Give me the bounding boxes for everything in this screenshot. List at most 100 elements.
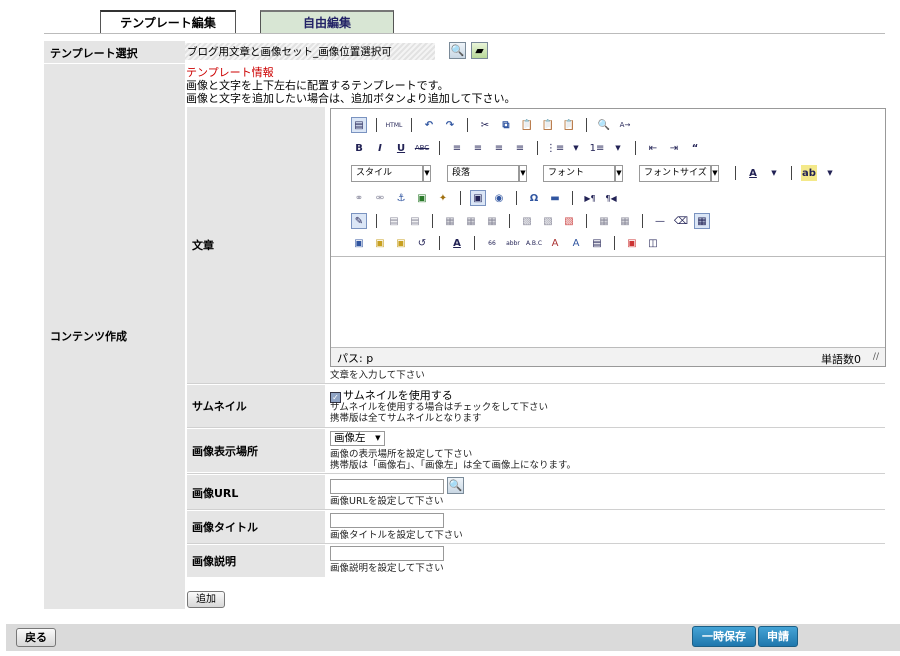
rtl-icon[interactable]: ¶◀ [603, 190, 619, 206]
template-search-button[interactable]: 🔍 [449, 42, 466, 59]
layer-insert-icon[interactable]: ▣ [372, 235, 388, 251]
editor-content-area[interactable] [331, 257, 885, 347]
strikethrough-icon[interactable]: ABC [414, 140, 430, 156]
nonbreaking-icon[interactable]: ◫ [645, 235, 661, 251]
font-select[interactable]: フォント ▼ [543, 164, 623, 182]
row-before-icon[interactable]: ▦ [442, 213, 458, 229]
ins-icon[interactable]: A [568, 235, 584, 251]
text-color-dropdown-icon[interactable]: ▼ [766, 165, 782, 181]
thumbnail-checkbox-row[interactable]: ✓ サムネイルを使用する [330, 387, 453, 403]
unlink-icon[interactable]: ⚮ [372, 190, 388, 206]
template-eraser-button[interactable]: ▰ [471, 42, 488, 59]
row-delete-icon[interactable]: ▦ [484, 213, 500, 229]
paragraph-select[interactable]: 段落 ▼ [447, 164, 527, 182]
paste-icon[interactable]: 📋 [519, 117, 535, 133]
tab-free-edit[interactable]: 自由編集 [260, 10, 394, 34]
undo-icon[interactable]: ↶ [421, 117, 437, 133]
col-delete-icon[interactable]: ▧ [561, 213, 577, 229]
outdent-icon[interactable]: ⇤ [645, 140, 661, 156]
underline-icon[interactable]: U [393, 140, 409, 156]
special-char-icon[interactable]: Ω [526, 190, 542, 206]
paste-text-icon[interactable]: 📋 [540, 117, 556, 133]
thumbnail-checkbox-label[interactable]: サムネイルを使用する [343, 389, 453, 402]
source-icon[interactable]: ▤ [351, 117, 367, 133]
code-icon[interactable]: ▣ [470, 190, 486, 206]
visual-chars-icon[interactable]: ▣ [624, 235, 640, 251]
link-icon[interactable]: ⚭ [351, 190, 367, 206]
eraser-format-icon[interactable]: ⌫ [673, 213, 689, 229]
text-color-icon[interactable]: A [745, 165, 761, 181]
find-icon[interactable]: 🔍 [596, 117, 612, 133]
absolute-position-icon[interactable]: ↺ [414, 235, 430, 251]
style-select[interactable]: スタイル ▼ [351, 164, 431, 182]
tab-template-edit[interactable]: テンプレート編集 [100, 10, 236, 34]
image-position-help-2: 携帯版は「画像右」、「画像左」は全て画像上になります。 [330, 460, 577, 471]
align-left-icon[interactable]: ≡ [449, 140, 465, 156]
eraser-icon: ▰ [475, 44, 484, 57]
italic-icon[interactable]: I [372, 140, 388, 156]
fullscreen-icon[interactable]: ▣ [351, 235, 367, 251]
insert-table-icon[interactable]: ▦ [694, 213, 710, 229]
add-button[interactable]: 追加 [187, 591, 225, 608]
back-button[interactable]: 戻る [16, 628, 56, 647]
resize-grip-icon[interactable]: ∕∕ [873, 352, 879, 362]
bullet-list-dropdown-icon[interactable]: ▼ [568, 140, 584, 156]
font-size-select[interactable]: フォントサイズ ▼ [639, 164, 719, 182]
image-url-label: 画像URL [192, 486, 239, 500]
help-icon[interactable]: ◉ [491, 190, 507, 206]
numbered-list-dropdown-icon[interactable]: ▼ [610, 140, 626, 156]
edit-icon[interactable]: ✎ [351, 213, 367, 229]
table-delete-icon[interactable]: ▤ [407, 213, 423, 229]
table-props-icon[interactable]: ▤ [386, 213, 402, 229]
acronym-icon[interactable]: A.B.C [526, 235, 542, 251]
blockquote-icon[interactable]: “ [687, 140, 703, 156]
abbr-icon[interactable]: abbr [505, 235, 521, 251]
row-divider [187, 427, 885, 428]
rich-text-editor[interactable]: ▤ HTML ↶ ↷ ✂ ⧉ 📋 📋 📋 🔍 A→ B I U ABC ≡ ≡ … [330, 108, 886, 367]
image-title-input[interactable] [330, 513, 444, 528]
align-justify-icon[interactable]: ≡ [512, 140, 528, 156]
replace-icon[interactable]: A→ [617, 117, 633, 133]
image-url-browse-button[interactable]: 🔍 [447, 477, 464, 494]
style-props-icon[interactable]: A [449, 235, 465, 251]
cite-icon[interactable]: 66 [484, 235, 500, 251]
image-position-select[interactable]: 画像左 ▼ [330, 431, 385, 446]
col-before-icon[interactable]: ▧ [519, 213, 535, 229]
bullet-list-icon[interactable]: ⋮≡ [546, 140, 564, 156]
highlight-color-icon[interactable]: ab [801, 165, 817, 181]
ltr-icon[interactable]: ▶¶ [582, 190, 598, 206]
bold-icon[interactable]: B [351, 140, 367, 156]
body-text-help: 文章を入力して下さい [330, 370, 425, 381]
image-desc-input[interactable] [330, 546, 444, 561]
layer-forward-icon[interactable]: ▣ [393, 235, 409, 251]
attribs-icon[interactable]: ▤ [589, 235, 605, 251]
font-select-label: フォント [548, 167, 585, 178]
align-center-icon[interactable]: ≡ [470, 140, 486, 156]
indent-icon[interactable]: ⇥ [666, 140, 682, 156]
cut-icon[interactable]: ✂ [477, 117, 493, 133]
template-select-label: テンプレート選択 [44, 41, 185, 63]
template-info-line-1: 画像と文字を上下左右に配置するテンプレートです。 [186, 79, 449, 92]
numbered-list-icon[interactable]: 1≡ [589, 140, 605, 156]
del-icon[interactable]: A [547, 235, 563, 251]
anchor-icon[interactable]: ⚓ [393, 190, 409, 206]
apply-button[interactable]: 申請 [758, 626, 798, 647]
redo-icon[interactable]: ↷ [442, 117, 458, 133]
hr-icon[interactable]: — [652, 213, 668, 229]
merge-cell-icon[interactable]: ▦ [617, 213, 633, 229]
split-cell-icon[interactable]: ▦ [596, 213, 612, 229]
html-icon[interactable]: HTML [386, 117, 402, 133]
paste-word-icon[interactable]: 📋 [561, 117, 577, 133]
body-text-label-cell: 文章 [187, 107, 325, 383]
cleanup-icon[interactable]: ✦ [435, 190, 451, 206]
highlight-dropdown-icon[interactable]: ▼ [822, 165, 838, 181]
horizontal-rule-icon[interactable]: ▬ [547, 190, 563, 206]
image-icon[interactable]: ▣ [414, 190, 430, 206]
row-after-icon[interactable]: ▦ [463, 213, 479, 229]
image-url-input[interactable] [330, 479, 444, 494]
temp-save-button[interactable]: 一時保存 [692, 626, 756, 647]
copy-icon[interactable]: ⧉ [498, 117, 514, 133]
col-after-icon[interactable]: ▧ [540, 213, 556, 229]
template-select-row: テンプレート選択 ブログ用文章と画像セット_画像位置選択可 🔍 ▰ [44, 41, 885, 63]
align-right-icon[interactable]: ≡ [491, 140, 507, 156]
